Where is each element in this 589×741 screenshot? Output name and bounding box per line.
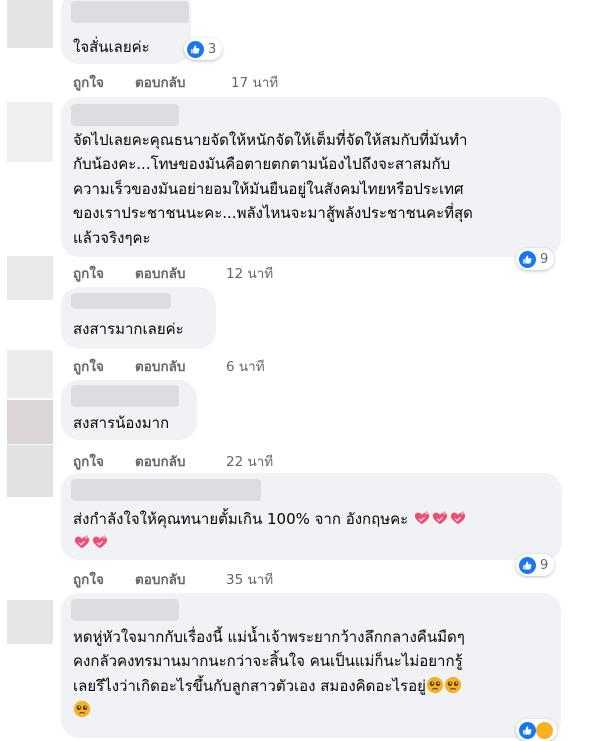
sad-reaction-icon — [536, 721, 553, 739]
comment-bubble: สงสารมากเลยค่ะ — [61, 287, 216, 349]
pleading-face-emoji-icon — [426, 676, 444, 694]
commenter-avatar[interactable] — [7, 256, 53, 300]
reply-button[interactable]: ตอบกลับ — [135, 450, 185, 472]
comment-timestamp[interactable]: 6 นาที — [226, 355, 265, 377]
reaction-summary[interactable] — [516, 719, 557, 741]
commenter-avatar[interactable] — [7, 0, 53, 48]
comment-bubble: ใจสั่นเลยค่ะ — [61, 0, 191, 64]
comment-text: สงสารน้องมาก — [73, 414, 170, 432]
like-button[interactable]: ถูกใจ — [73, 71, 104, 93]
comment-timestamp[interactable]: 17 นาที — [231, 71, 278, 93]
commenter-name[interactable] — [71, 385, 179, 407]
commenter-avatar[interactable] — [7, 350, 53, 398]
comment-bubble: หดหู่หัวใจมากกับเรื่องนี้ แม่น้ำเจ้าพระย… — [61, 593, 561, 738]
commenter-avatar[interactable] — [7, 400, 53, 444]
comment-text-continued — [73, 531, 109, 556]
commenter-name[interactable] — [71, 599, 179, 621]
commenter-avatar[interactable] — [7, 600, 53, 644]
comment-timestamp[interactable]: 22 นาที — [226, 450, 273, 472]
reaction-count: 9 — [540, 557, 549, 573]
like-reaction-icon — [519, 721, 536, 739]
like-button[interactable]: ถูกใจ — [73, 355, 104, 377]
like-button[interactable]: ถูกใจ — [73, 568, 104, 590]
heart-emoji-icon — [413, 509, 431, 527]
commenter-avatar[interactable] — [7, 445, 53, 497]
commenter-name[interactable] — [71, 104, 179, 126]
comment-bubble: ส่งกำลังใจให้คุณทนายตั้มเกิน 100% จาก อั… — [61, 473, 562, 560]
heart-emoji-icon — [431, 509, 449, 527]
heart-emoji-icon — [73, 533, 91, 551]
comment-text: ใจสั่นเลยค่ะ — [73, 38, 150, 56]
comment-bubble: จัดไปเลยคะคุณธนายจัดให้หนักจัดให้เต็มที่… — [61, 97, 561, 257]
like-button[interactable]: ถูกใจ — [73, 450, 104, 472]
heart-emoji-icon — [449, 509, 467, 527]
reply-button[interactable]: ตอบกลับ — [135, 71, 185, 93]
commenter-name[interactable] — [71, 479, 261, 501]
commenter-avatar[interactable] — [7, 102, 53, 162]
reaction-summary[interactable]: 9 — [516, 554, 555, 576]
comment-text: ส่งกำลังใจให้คุณทนายตั้มเกิน 100% จาก อั… — [73, 507, 467, 532]
reaction-summary[interactable]: 9 — [516, 248, 555, 270]
like-reaction-icon — [519, 250, 536, 268]
reaction-count: 3 — [208, 41, 217, 57]
reply-button[interactable]: ตอบกลับ — [135, 262, 185, 284]
comment-bubble: สงสารน้องมาก — [61, 380, 197, 440]
commenter-name[interactable] — [71, 293, 171, 309]
reply-button[interactable]: ตอบกลับ — [135, 355, 185, 377]
like-button[interactable]: ถูกใจ — [73, 262, 104, 284]
comment-timestamp[interactable]: 35 นาที — [226, 568, 273, 590]
comment-text: สงสารมากเลยค่ะ — [73, 320, 184, 338]
heart-emoji-icon — [91, 533, 109, 551]
pleading-face-emoji-icon — [444, 676, 462, 694]
reaction-summary[interactable]: 3 — [184, 38, 223, 60]
commenter-name[interactable] — [71, 1, 189, 23]
pleading-face-emoji-icon — [73, 700, 91, 718]
comment-timestamp[interactable]: 12 นาที — [226, 262, 273, 284]
like-reaction-icon — [187, 40, 204, 58]
reaction-count: 9 — [540, 251, 549, 267]
reply-button[interactable]: ตอบกลับ — [135, 568, 185, 590]
like-reaction-icon — [519, 556, 536, 574]
